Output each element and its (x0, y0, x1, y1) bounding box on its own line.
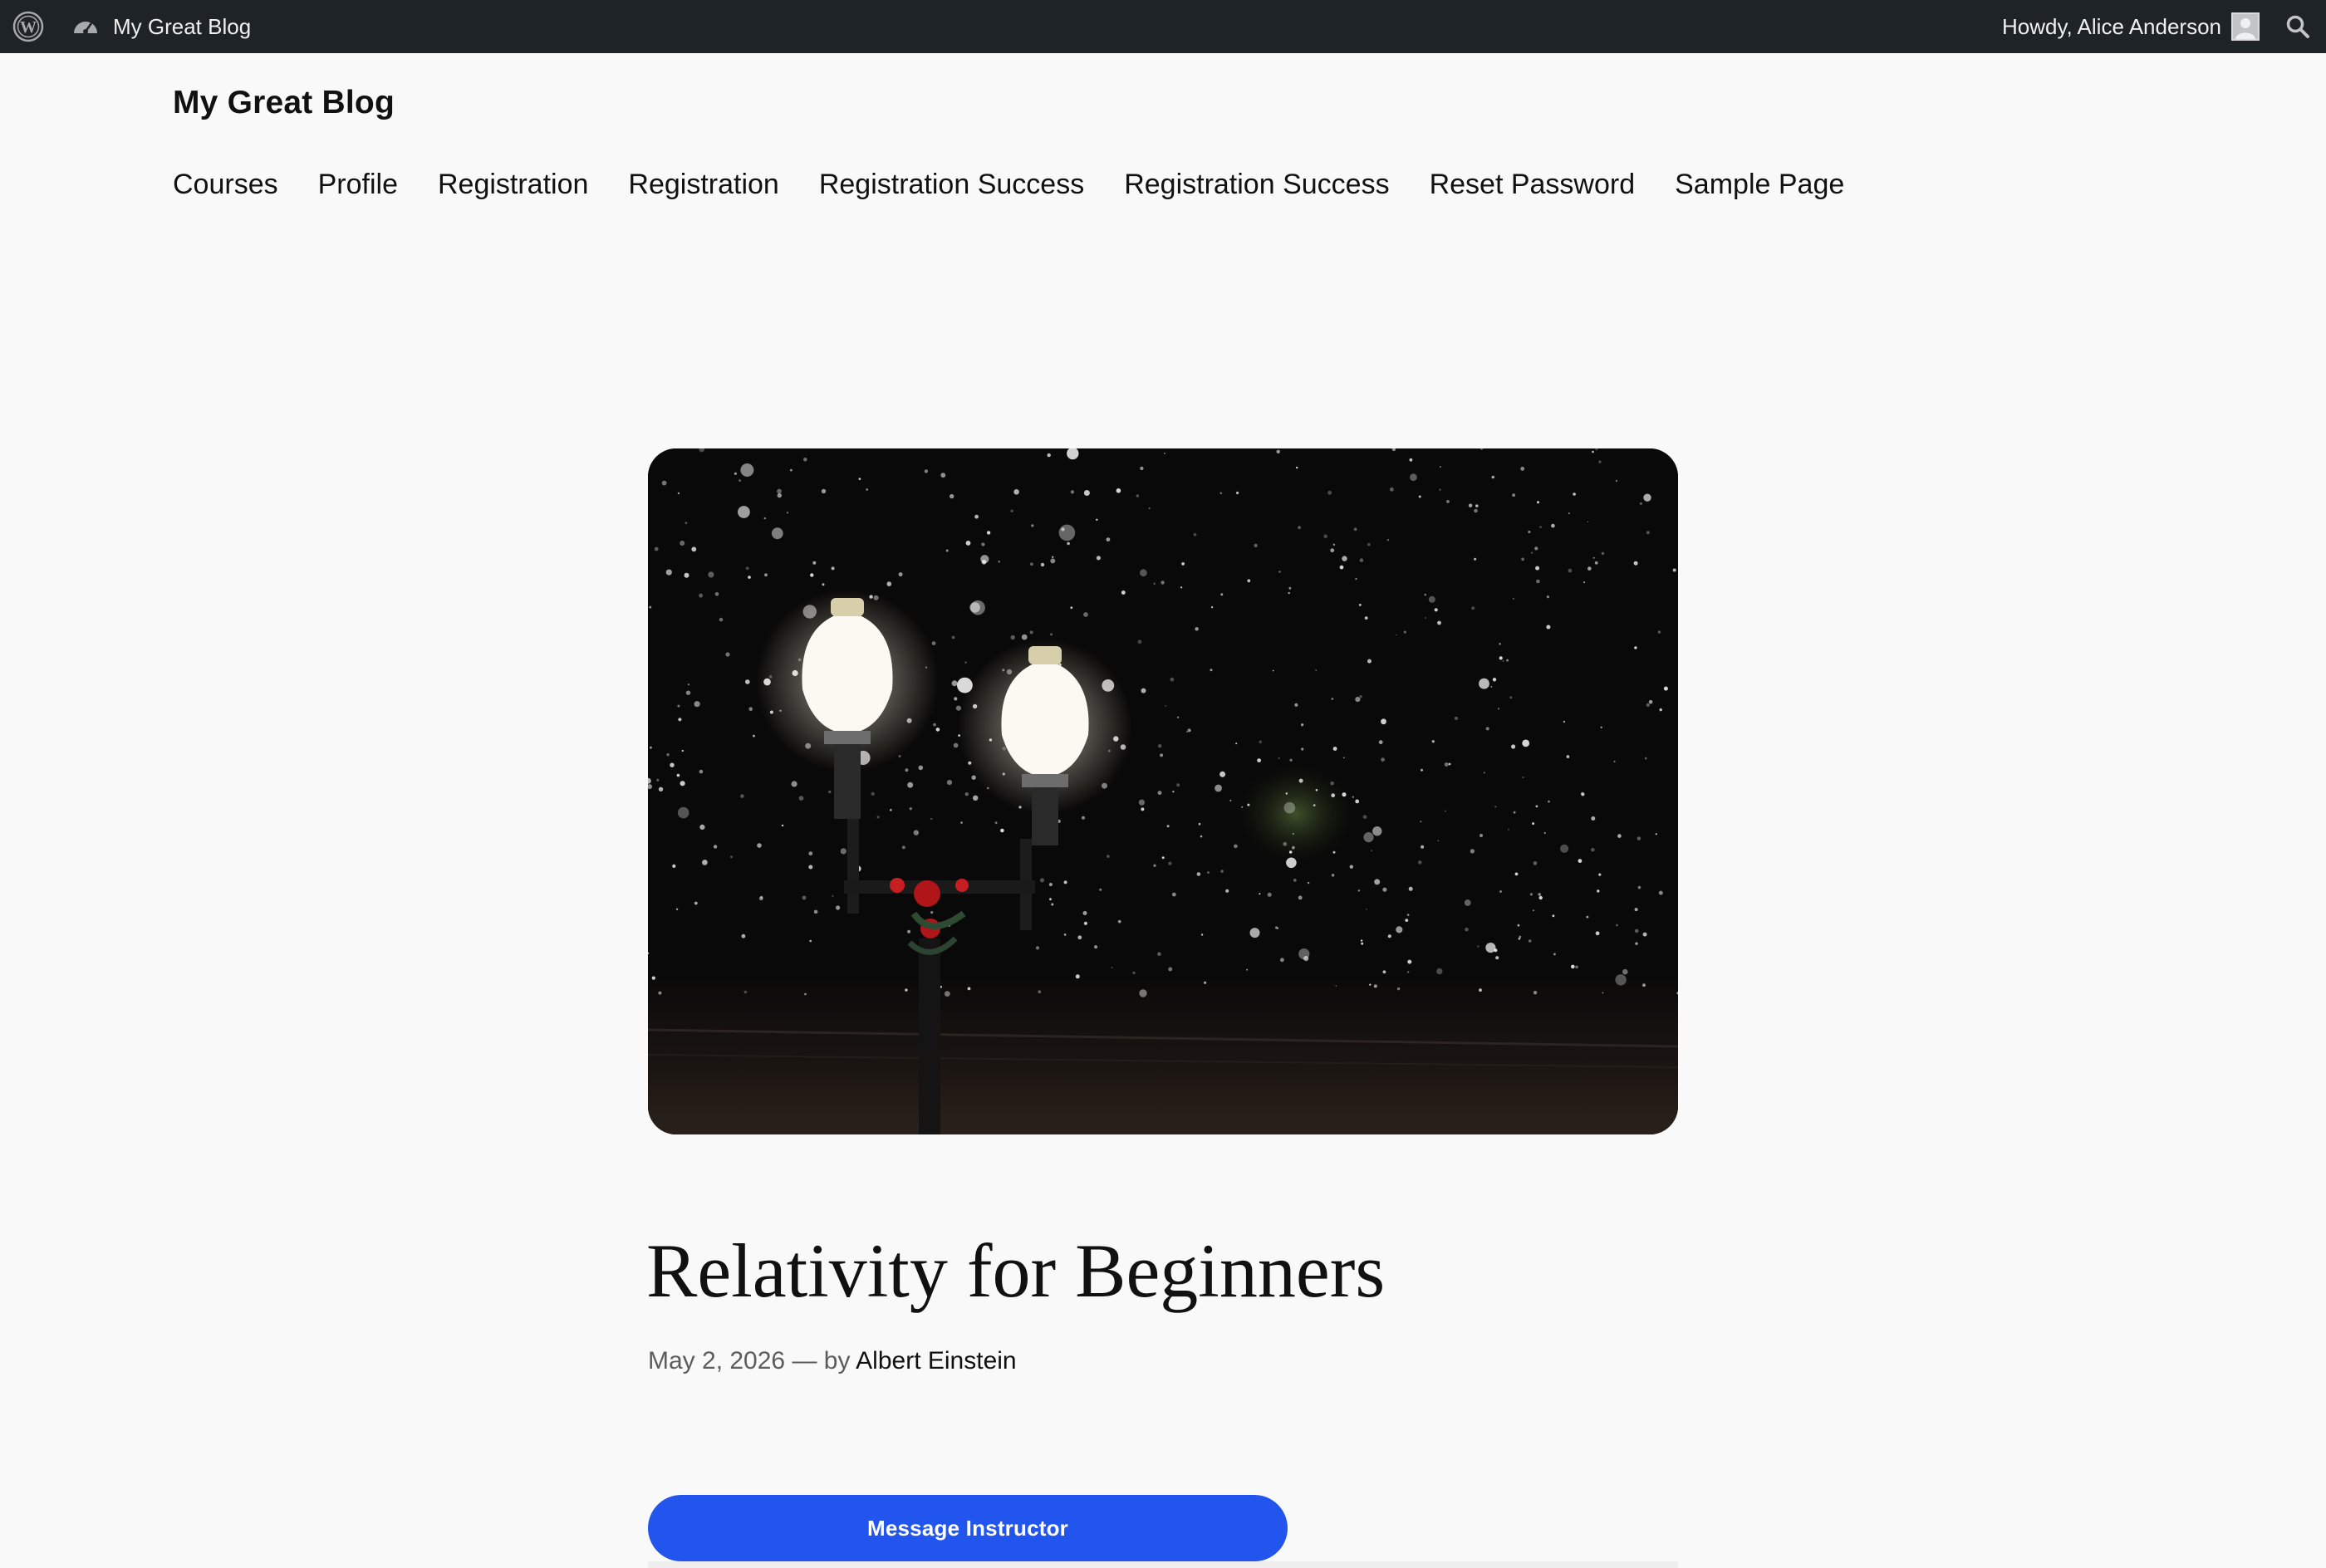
search-icon[interactable] (2284, 13, 2311, 40)
site-title[interactable]: My Great Blog (173, 85, 395, 121)
admin-bar-site-name[interactable]: My Great Blog (113, 0, 251, 53)
svg-text:W: W (20, 18, 37, 37)
nav-item-courses[interactable]: Courses (173, 169, 278, 201)
avatar[interactable] (2231, 12, 2260, 41)
nav-item-registration-success[interactable]: Registration Success (819, 169, 1084, 201)
dashboard-icon[interactable] (71, 13, 100, 40)
admin-bar: W My Great Blog Howdy, Alice Anderson (0, 0, 2326, 53)
featured-image (648, 448, 1678, 1134)
message-instructor-button[interactable]: Message Instructor (648, 1495, 1288, 1561)
post-date[interactable]: May 2, 2026 (648, 1347, 785, 1374)
howdy-text[interactable]: Howdy, Alice Anderson (2002, 14, 2221, 40)
content-below-fold (648, 1561, 1678, 1568)
nav-item-registration-2[interactable]: Registration (628, 169, 778, 201)
nav-item-reset-password[interactable]: Reset Password (1430, 169, 1636, 201)
nav-item-profile[interactable]: Profile (318, 169, 398, 201)
street-lamp-snow-image (648, 448, 1678, 1134)
post-author[interactable]: Albert Einstein (856, 1347, 1016, 1374)
nav-item-sample-page[interactable]: Sample Page (1675, 169, 1844, 201)
post-meta: May 2, 2026 — by Albert Einstein (648, 1347, 1017, 1375)
meta-separator: — by (792, 1347, 851, 1374)
post-title[interactable]: Relativity for Beginners (646, 1228, 1385, 1313)
nav-item-registration[interactable]: Registration (438, 169, 588, 201)
admin-bar-account[interactable]: Howdy, Alice Anderson (2002, 0, 2260, 53)
nav-item-registration-success-2[interactable]: Registration Success (1124, 169, 1389, 201)
primary-navigation: Courses Profile Registration Registratio… (173, 169, 1844, 201)
wordpress-logo-icon[interactable]: W (12, 10, 45, 43)
